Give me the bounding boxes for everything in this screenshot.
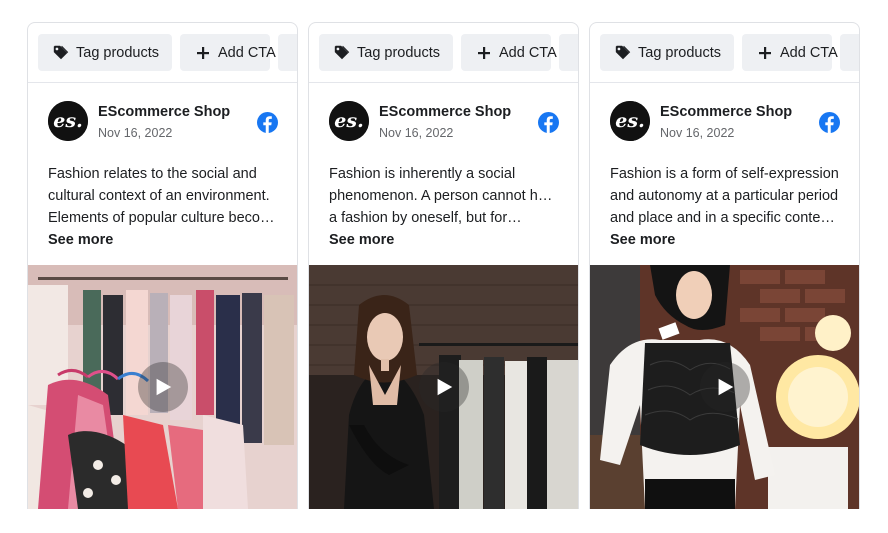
tag-products-label: Tag products: [638, 44, 722, 61]
post-text: Fashion is a form of self-expression and…: [590, 163, 859, 229]
see-more-link[interactable]: See more: [28, 229, 297, 259]
post-text-line: cultural context of an environment.: [48, 188, 270, 204]
post-text-line: and place and in a specific context,…: [610, 210, 839, 226]
post-video[interactable]: [590, 265, 859, 509]
post-text: Fashion relates to the social and cultur…: [28, 163, 297, 229]
post-header: es. EScommerce Shop Nov 16, 2022: [590, 83, 859, 163]
see-more-link[interactable]: See more: [590, 229, 859, 259]
post-toolbar: Tag products Add CTA: [309, 23, 578, 83]
facebook-icon: [257, 112, 278, 133]
tag-products-label: Tag products: [76, 44, 160, 61]
play-icon: [437, 378, 452, 396]
shop-name[interactable]: EScommerce Shop: [660, 104, 792, 120]
play-button[interactable]: [137, 362, 188, 412]
post-text-line: a fashion by oneself, but for…: [329, 210, 522, 226]
post-header: es. EScommerce Shop Nov 16, 2022: [309, 83, 578, 163]
post-date: Nov 16, 2022: [379, 126, 454, 140]
post-video[interactable]: [28, 265, 297, 509]
post-card: Tag products Add CTA es. EScommerce Shop…: [27, 22, 298, 509]
post-text-line: and autonomy at a particular period: [610, 188, 839, 204]
add-cta-label: Add CTA: [499, 44, 557, 61]
post-header: es. EScommerce Shop Nov 16, 2022: [28, 83, 297, 163]
tag-icon: [333, 44, 351, 62]
post-date: Nov 16, 2022: [660, 126, 735, 140]
tag-icon: [52, 44, 70, 62]
plus-icon: [756, 44, 774, 62]
post-feed: Tag products Add CTA es. EScommerce Shop…: [0, 0, 888, 533]
see-more-link[interactable]: See more: [309, 229, 578, 259]
svg-text:es.: es.: [334, 110, 363, 132]
plus-icon: [194, 44, 212, 62]
post-text-line: phenomenon. A person cannot have: [329, 188, 558, 204]
avatar[interactable]: es.: [610, 101, 650, 141]
tag-products-label: Tag products: [357, 44, 441, 61]
post-card: Tag products Add CTA es. EScommerce Shop…: [308, 22, 579, 509]
post-text-line: Fashion relates to the social and: [48, 166, 257, 182]
more-actions-button[interactable]: [559, 34, 578, 71]
svg-text:es.: es.: [615, 110, 644, 132]
svg-text:es.: es.: [53, 110, 82, 132]
play-button[interactable]: [699, 362, 750, 412]
tag-products-button[interactable]: Tag products: [38, 34, 172, 71]
plus-icon: [475, 44, 493, 62]
facebook-icon: [819, 112, 840, 133]
shop-name[interactable]: EScommerce Shop: [98, 104, 230, 120]
facebook-icon: [538, 112, 559, 133]
post-date: Nov 16, 2022: [98, 126, 173, 140]
post-text: Fashion is inherently a social phenomeno…: [309, 163, 578, 229]
post-text-line: Fashion is inherently a social: [329, 166, 516, 182]
add-cta-button[interactable]: Add CTA: [180, 34, 276, 71]
post-card: Tag products Add CTA es. EScommerce Shop…: [589, 22, 860, 509]
post-text-line: Fashion is a form of self-expression: [610, 166, 839, 182]
post-toolbar: Tag products Add CTA: [28, 23, 297, 83]
tag-products-button[interactable]: Tag products: [319, 34, 453, 71]
add-cta-button[interactable]: Add CTA: [742, 34, 838, 71]
post-text-line: Elements of popular culture becom…: [48, 210, 277, 226]
post-video[interactable]: [309, 265, 578, 509]
add-cta-button[interactable]: Add CTA: [461, 34, 557, 71]
post-toolbar: Tag products Add CTA: [590, 23, 859, 83]
shop-name[interactable]: EScommerce Shop: [379, 104, 511, 120]
play-icon: [718, 378, 733, 396]
more-actions-button[interactable]: [278, 34, 297, 71]
add-cta-label: Add CTA: [780, 44, 838, 61]
avatar[interactable]: es.: [48, 101, 88, 141]
tag-products-button[interactable]: Tag products: [600, 34, 734, 71]
avatar[interactable]: es.: [329, 101, 369, 141]
tag-icon: [614, 44, 632, 62]
more-actions-button[interactable]: [840, 34, 859, 71]
add-cta-label: Add CTA: [218, 44, 276, 61]
play-icon: [156, 378, 171, 396]
play-button[interactable]: [418, 362, 469, 412]
